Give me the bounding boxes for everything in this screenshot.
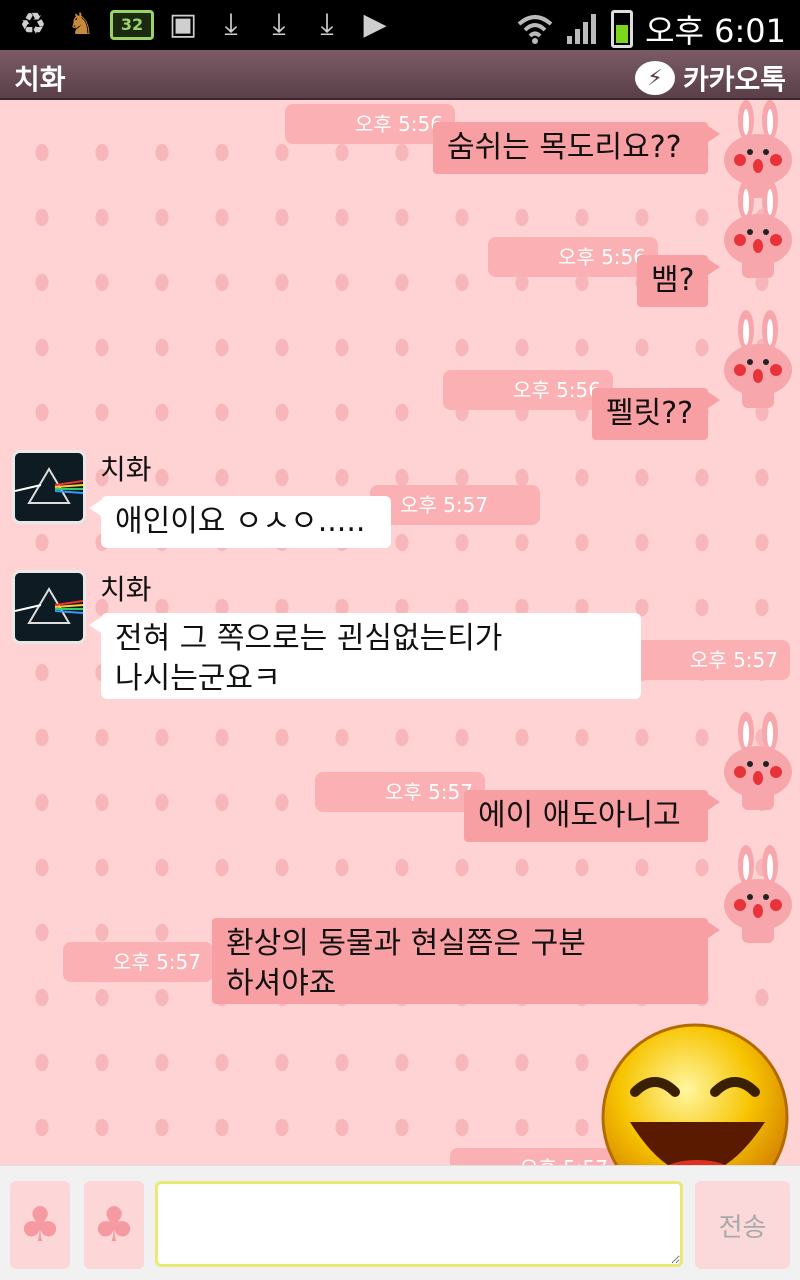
prism-icon [15, 453, 83, 521]
message-line: 환상의 동물과 현실쯤은 구분 [226, 926, 586, 961]
battery-widget-icon: 32 [110, 10, 154, 40]
notification-icons: ♻ ♞ 32 ▣ ⤓ ⤓ ⤓ ▶ [14, 6, 394, 44]
download-icon: ⤓ [224, 7, 238, 42]
title-bar: 치화 ⚡ 카카오톡 [0, 50, 800, 100]
message-time: 오후 5:57 [620, 640, 790, 680]
recycle-icon: ♻ [19, 7, 47, 42]
emoticon-button[interactable]: ♣ [10, 1181, 70, 1269]
download-icon: ⤓ [272, 7, 286, 42]
message-time: 오후 5:57 [370, 485, 540, 525]
play-store-icon: ▶ [363, 7, 387, 42]
battery-charging-icon [611, 10, 634, 48]
sender-name: 치화 [100, 453, 152, 486]
prism-icon [15, 573, 83, 641]
download-icon: ⤓ [320, 7, 334, 42]
laughing-emoticon-icon [601, 1023, 789, 1165]
my-message-bubble[interactable]: 에이 애도아니고 [464, 790, 720, 842]
kakaotalk-brand[interactable]: ⚡ 카카오톡 [634, 58, 786, 98]
club-icon: ♣ [18, 1197, 62, 1253]
bunny-avatar-icon [724, 310, 792, 408]
message-time: 오후 5:56 [285, 104, 455, 144]
chat-area[interactable]: 오후 5:56 숨쉬는 목도리요?? 오후 5:56 뱀? 오후 5:56 펠릿… [0, 100, 800, 1165]
send-button[interactable]: 전송 [695, 1181, 790, 1269]
signal-icon [567, 14, 597, 44]
status-bar: ♻ ♞ 32 ▣ ⤓ ⤓ ⤓ ▶ 오후 6:01 [0, 0, 800, 50]
friend-avatar[interactable] [12, 450, 86, 524]
message-line: 전혀 그 쪽으로는 괸심없는티가 [115, 621, 503, 656]
message-input[interactable] [155, 1181, 683, 1267]
sender-name: 치화 [100, 573, 152, 606]
message-time: 오후 5:56 [443, 370, 613, 410]
clock: 오후 6:01 [645, 12, 786, 50]
kakaotalk-logo-icon: ⚡ [634, 61, 675, 95]
message-line: 하셔야죠 [226, 966, 337, 1001]
system-icons: 오후 6:01 [517, 6, 786, 52]
input-bar: ♣ ♣ 전송 [0, 1165, 800, 1280]
wifi-icon [517, 15, 553, 44]
brand-label: 카카오톡 [682, 63, 786, 96]
my-message-bubble[interactable]: 환상의 동물과 현실쯤은 구분 하셔야죠 [212, 918, 720, 1004]
friend-message-bubble[interactable]: 전혀 그 쪽으로는 괸심없는티가 나시는군요ㅋ [89, 613, 641, 699]
hat-icon: ♞ [67, 7, 95, 42]
friend-avatar[interactable] [12, 570, 86, 644]
attach-button[interactable]: ♣ [84, 1181, 144, 1269]
chat-title: 치화 [14, 63, 66, 96]
message-line: 나시는군요ㅋ [115, 661, 281, 696]
message-time: 오후 5:57 [315, 772, 485, 812]
bunny-avatar-icon [724, 180, 792, 278]
message-time: 오후 5:57 [450, 1148, 620, 1165]
image-icon: ▣ [168, 7, 198, 42]
club-icon: ♣ [92, 1197, 136, 1253]
bunny-avatar-icon [724, 845, 792, 943]
my-message-bubble[interactable]: 뱀? [637, 255, 720, 307]
message-time: 오후 5:57 [63, 942, 213, 982]
my-message-bubble[interactable]: 펠릿?? [592, 388, 720, 440]
friend-message-bubble[interactable]: 애인이요 ㅇㅅㅇ..... [89, 496, 391, 548]
my-message-bubble[interactable]: 숨쉬는 목도리요?? [433, 122, 720, 174]
bunny-avatar-icon [724, 712, 792, 810]
message-time: 오후 5:56 [488, 237, 658, 277]
